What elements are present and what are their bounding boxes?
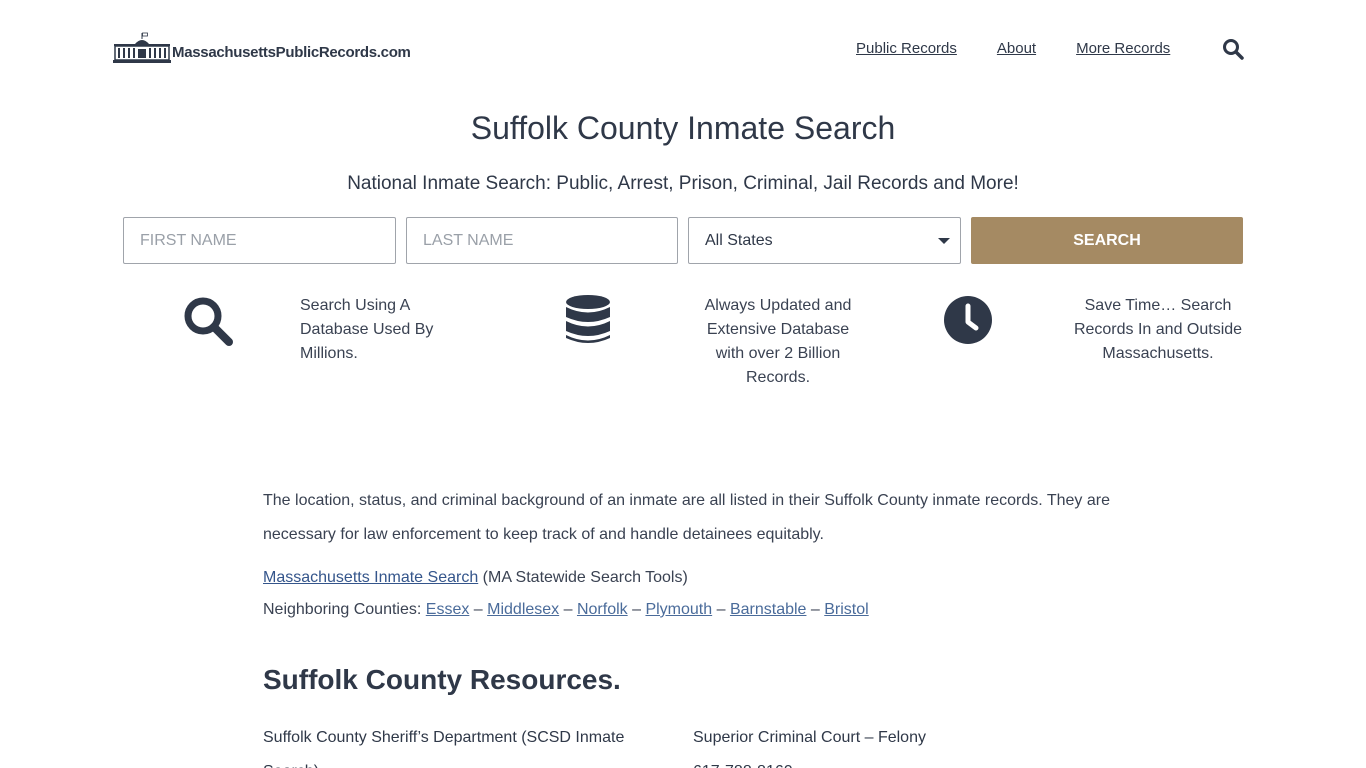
separator: – <box>806 601 825 618</box>
state-select-value: All States <box>705 231 773 249</box>
neighbor-prefix: Neighboring Counties: <box>263 601 426 618</box>
search-button[interactable]: SEARCH <box>971 217 1243 264</box>
clock-icon <box>944 296 992 344</box>
search-icon[interactable] <box>1222 38 1244 60</box>
resource-court-phone: 617-788-8160 <box>693 755 1083 768</box>
feature-text-database-millions: Search Using A Database Used By Millions… <box>300 297 434 362</box>
statewide-search-line: Massachusetts Inmate Search (MA Statewid… <box>263 566 1123 590</box>
first-name-input[interactable] <box>123 217 396 264</box>
intro-paragraph: The location, status, and criminal backg… <box>263 492 1110 543</box>
separator: – <box>469 601 488 618</box>
county-link-plymouth[interactable]: Plymouth <box>645 601 712 618</box>
logo-text: MassachusettsPublicRecords.com <box>172 44 411 61</box>
statewide-suffix: (MA Statewide Search Tools) <box>478 569 688 586</box>
resource-sheriff: Suffolk County Sheriff’s Department (SCS… <box>263 721 653 768</box>
nav-public-records[interactable]: Public Records <box>856 40 957 57</box>
feature-text-save-time: Save Time… Search Records In and Outside… <box>1073 297 1243 362</box>
nav-more-records[interactable]: More Records <box>1076 40 1170 57</box>
separator: – <box>712 601 730 618</box>
search-icon <box>184 297 233 346</box>
resources-heading: Suffolk County Resources. <box>263 664 621 695</box>
separator: – <box>559 601 577 618</box>
capitol-building-icon <box>113 32 171 63</box>
county-link-essex[interactable]: Essex <box>426 601 470 618</box>
site-logo[interactable]: MassachusettsPublicRecords.com <box>113 30 411 64</box>
main-nav: Public Records About More Records <box>856 40 1170 57</box>
resource-superior-court: Superior Criminal Court – Felony 617-788… <box>693 721 1083 768</box>
state-select[interactable]: All States <box>688 217 961 264</box>
database-icon <box>566 295 610 343</box>
last-name-input[interactable] <box>406 217 678 264</box>
feature-text-updated-database: Always Updated and Extensive Database wi… <box>704 297 852 386</box>
site-header: MassachusettsPublicRecords.com Public Re… <box>0 0 1366 100</box>
resource-court-title: Superior Criminal Court – Felony <box>693 729 926 746</box>
county-link-bristol[interactable]: Bristol <box>824 601 868 618</box>
county-link-barnstable[interactable]: Barnstable <box>730 601 807 618</box>
resource-sheriff-title: Suffolk County Sheriff’s Department (SCS… <box>263 729 625 768</box>
article-content: The location, status, and criminal backg… <box>263 484 1123 622</box>
county-link-norfolk[interactable]: Norfolk <box>577 601 628 618</box>
caret-down-icon <box>938 238 950 244</box>
inmate-search-form: All States SEARCH <box>123 217 1243 264</box>
nav-about[interactable]: About <box>997 40 1036 57</box>
page-title: Suffolk County Inmate Search <box>470 110 896 146</box>
county-link-middlesex[interactable]: Middlesex <box>487 601 559 618</box>
neighboring-counties: Neighboring Counties: Essex – Middlesex … <box>263 598 1123 622</box>
page-subtitle: National Inmate Search: Public, Arrest, … <box>347 173 1019 194</box>
separator: – <box>627 601 646 618</box>
massachusetts-inmate-search-link[interactable]: Massachusetts Inmate Search <box>263 569 478 586</box>
